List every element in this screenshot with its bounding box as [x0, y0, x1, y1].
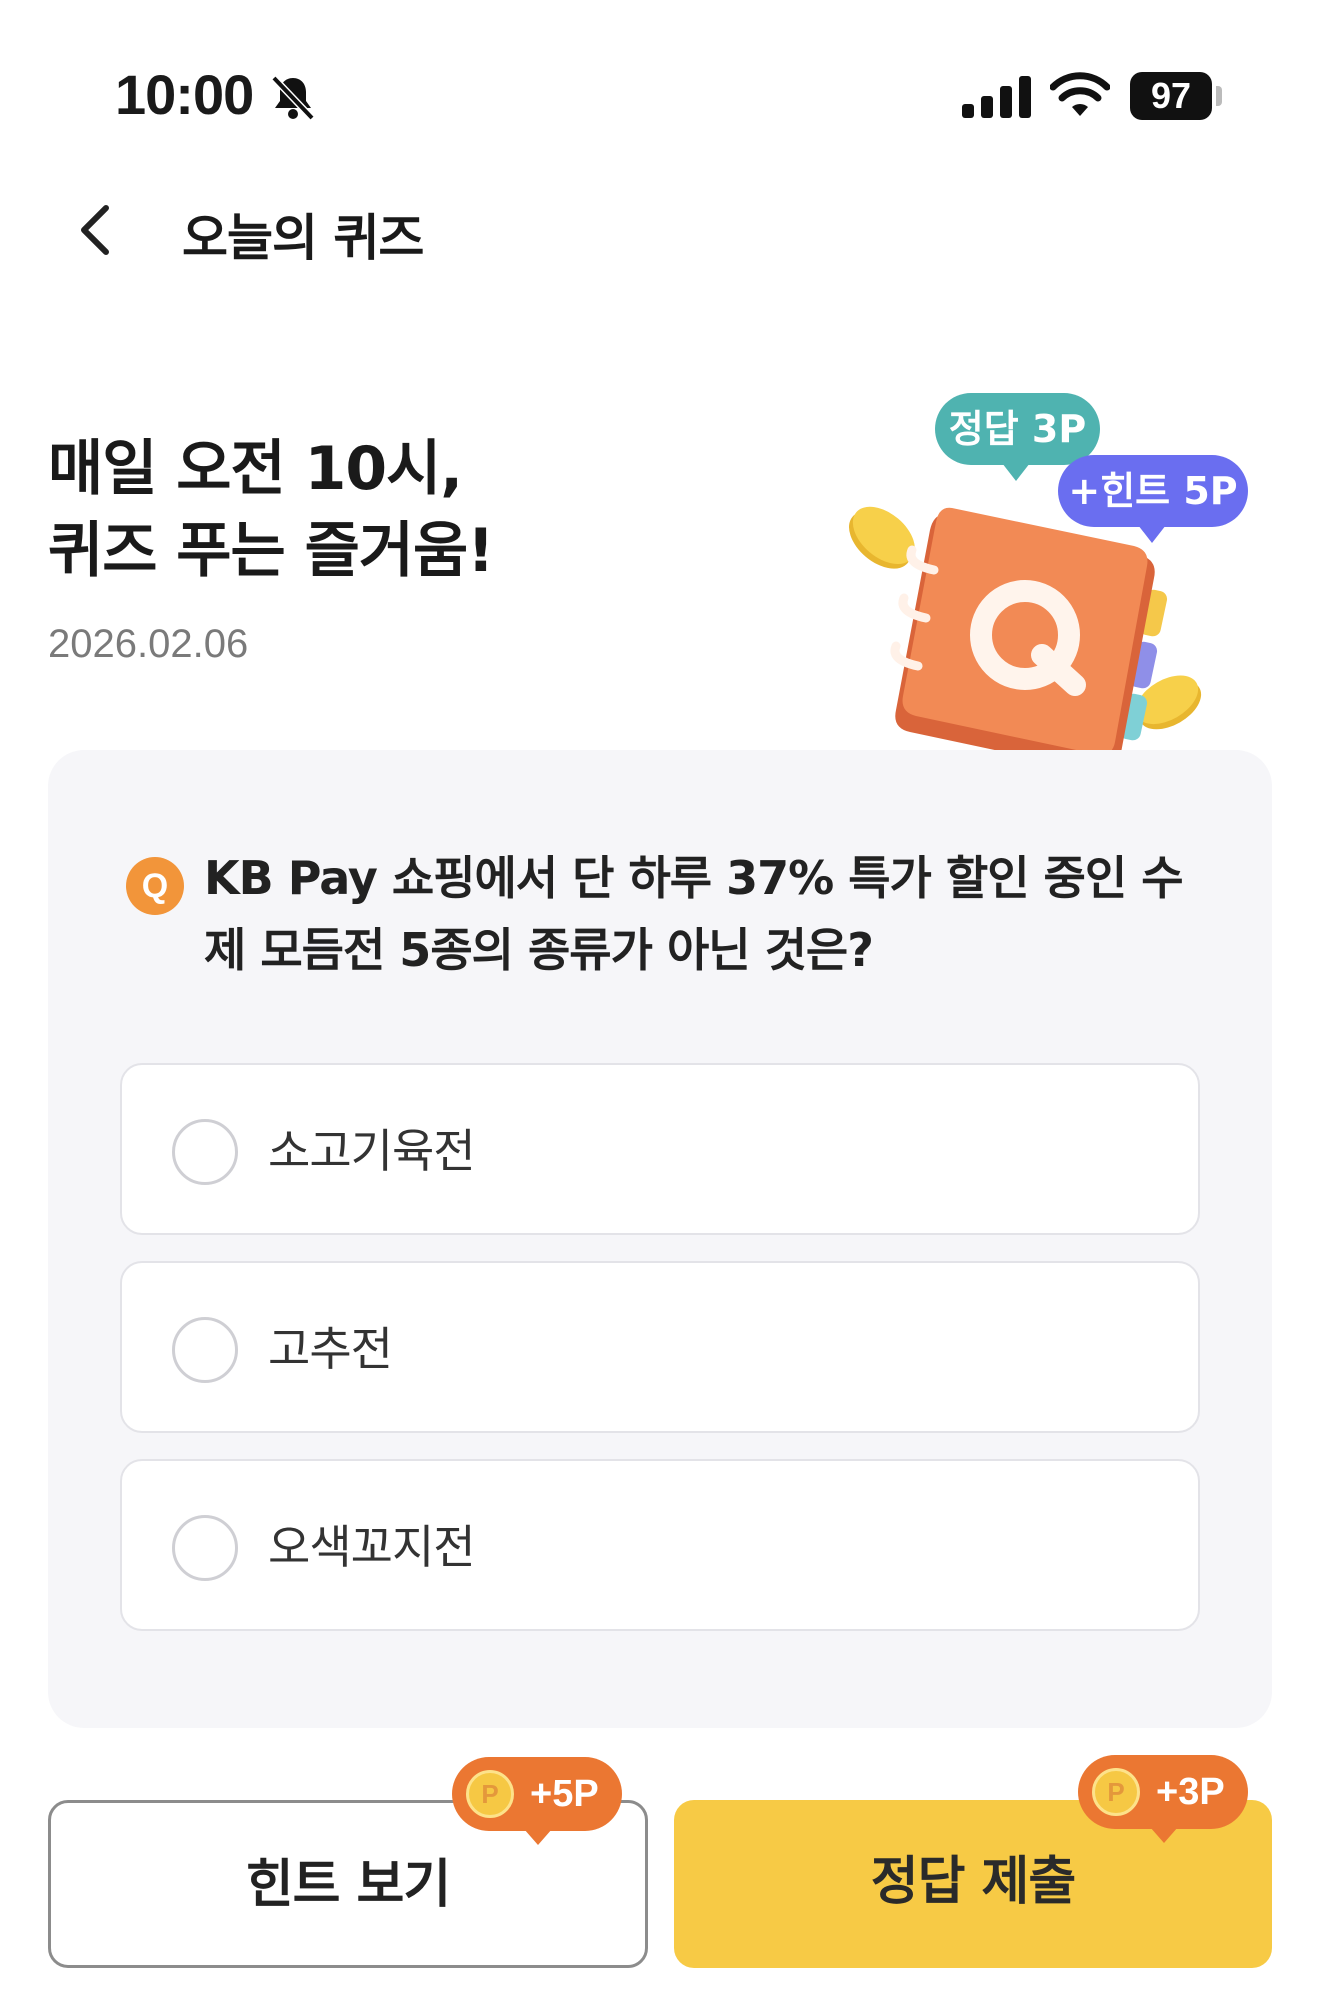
- question-text: KB Pay 쇼핑에서 단 하루 37% 특가 할인 중인 수제 모듬전 5종의…: [204, 851, 1184, 977]
- hint-points-text: +5P: [530, 1773, 599, 1815]
- quiz-date: 2026.02.06: [48, 622, 249, 666]
- submit-points-badge: P +3P: [1078, 1755, 1248, 1829]
- question-badge: Q: [126, 857, 184, 915]
- hint-points-badge: P +5P: [452, 1757, 622, 1831]
- hero-headline-line2: 퀴즈 푸는 즐거움!: [48, 516, 495, 586]
- answer-option-3[interactable]: 오색꼬지전: [120, 1459, 1200, 1631]
- hint-badge-tail: [524, 1829, 552, 1845]
- wifi-icon: [1050, 72, 1110, 116]
- point-coin-icon: P: [1092, 1768, 1140, 1816]
- submit-badge-tail: [1150, 1827, 1178, 1843]
- radio-button[interactable]: [172, 1317, 238, 1383]
- bell-muted-icon: [271, 75, 315, 121]
- hero-headline-line1: 매일 오전 10시,: [48, 434, 463, 504]
- option-label: 오색꼬지전: [268, 1520, 476, 1574]
- page-title: 오늘의 퀴즈: [182, 209, 424, 267]
- answer-option-2[interactable]: 고추전: [120, 1261, 1200, 1433]
- submit-points-text: +3P: [1156, 1771, 1225, 1813]
- correct-bubble-tail: [1002, 463, 1030, 481]
- option-label: 고추전: [268, 1322, 393, 1376]
- cellular-signal-icon: [962, 76, 1031, 118]
- answer-option-1[interactable]: 소고기육전: [120, 1063, 1200, 1235]
- hint-bubble-tail: [1138, 525, 1166, 543]
- battery-tip: [1216, 86, 1222, 106]
- point-coin-icon: P: [466, 1770, 514, 1818]
- status-time: 10:00: [115, 63, 254, 126]
- battery-indicator: 97: [1130, 72, 1212, 120]
- radio-button[interactable]: [172, 1119, 238, 1185]
- back-chevron-icon[interactable]: [72, 200, 122, 260]
- radio-button[interactable]: [172, 1515, 238, 1581]
- correct-points-bubble: 정답 3P: [935, 393, 1100, 465]
- option-label: 소고기육전: [268, 1124, 476, 1178]
- hint-points-bubble: +힌트 5P: [1058, 455, 1248, 527]
